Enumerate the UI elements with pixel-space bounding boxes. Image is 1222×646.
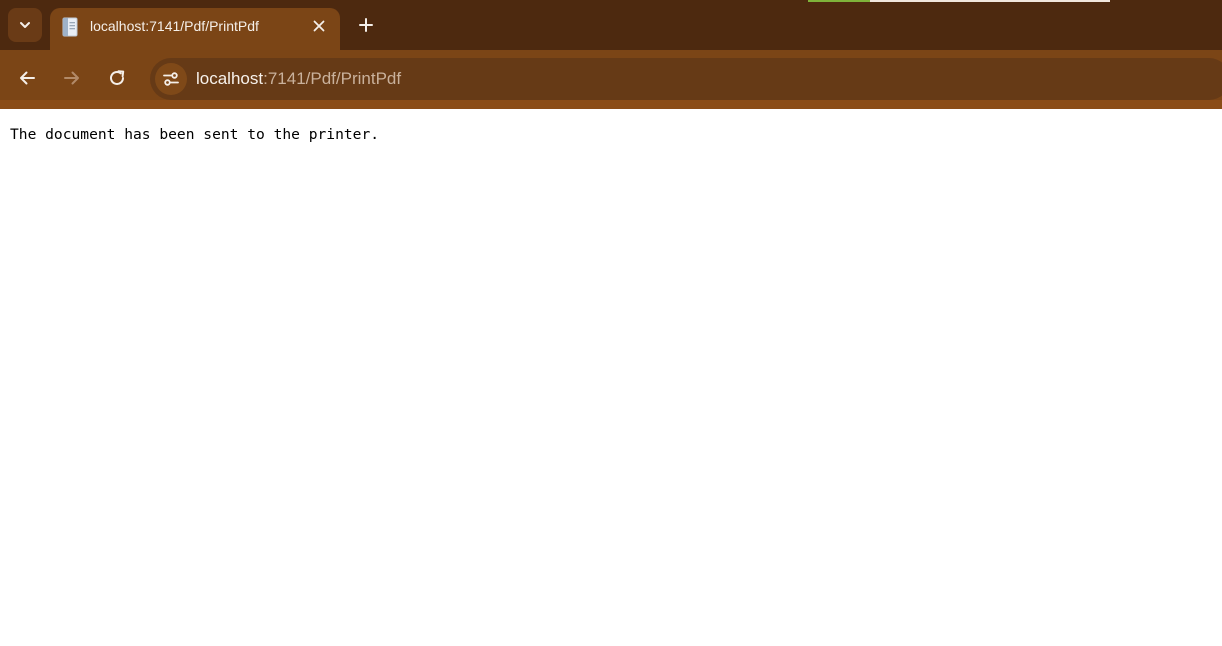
toolbar-bottom-edge — [0, 100, 1222, 109]
close-icon — [313, 20, 325, 32]
window-edge-indicator — [870, 0, 1110, 2]
page-content: The document has been sent to the printe… — [0, 109, 1222, 646]
url-text[interactable]: localhost:7141/Pdf/PrintPdf — [196, 69, 401, 89]
plus-icon — [359, 18, 373, 32]
tab-search-button[interactable] — [8, 8, 42, 42]
reload-icon — [110, 70, 125, 85]
address-bar[interactable]: localhost:7141/Pdf/PrintPdf — [150, 58, 1222, 100]
back-button[interactable] — [11, 62, 43, 94]
page-message: The document has been sent to the printe… — [10, 126, 380, 143]
tab-group-indicator — [808, 0, 870, 2]
tab-active[interactable]: localhost:7141/Pdf/PrintPdf — [50, 8, 340, 50]
document-page-icon — [60, 17, 80, 37]
tab-close-button[interactable] — [308, 15, 330, 37]
url-path: :7141/Pdf/PrintPdf — [263, 69, 402, 88]
tab-strip: localhost:7141/Pdf/PrintPdf — [0, 0, 1222, 50]
chevron-down-icon — [20, 22, 30, 28]
new-tab-button[interactable] — [352, 11, 380, 39]
forward-button[interactable] — [56, 62, 88, 94]
tune-icon — [163, 72, 179, 86]
reload-button[interactable] — [101, 62, 133, 94]
arrow-left-icon — [20, 71, 35, 85]
browser-chrome: localhost:7141/Pdf/PrintPdf localhost:71… — [0, 0, 1222, 109]
site-info-button[interactable] — [155, 63, 187, 95]
url-host: localhost — [196, 69, 264, 88]
tab-title: localhost:7141/Pdf/PrintPdf — [90, 18, 259, 34]
arrow-right-icon — [64, 71, 79, 85]
